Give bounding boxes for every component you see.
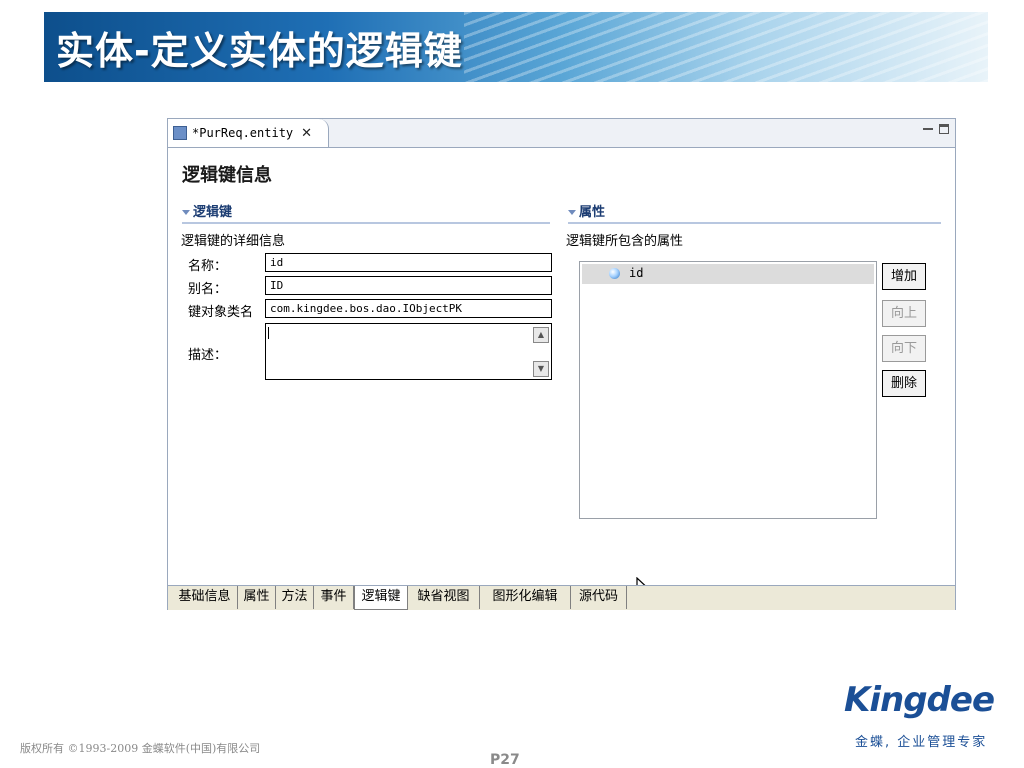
collapse-triangle-icon <box>182 210 190 215</box>
banner-wave-decoration <box>464 12 988 82</box>
editor-tab[interactable]: *PurReq.entity ✕ <box>168 119 329 147</box>
key-class-label: 键对象类名 <box>188 305 254 320</box>
entity-editor-window: *PurReq.entity ✕ 逻辑键信息 逻辑键 逻辑键的详细信息 名称： … <box>167 118 956 610</box>
tab-events[interactable]: 事件 <box>314 586 354 609</box>
delete-button[interactable]: 删除 <box>882 370 926 397</box>
attributes-list[interactable]: id <box>579 261 877 519</box>
attributes-divider <box>568 222 941 224</box>
copyright-notice: 版权所有 ©1993-2009 金蝶软件(中国)有限公司 <box>20 742 261 755</box>
tab-methods[interactable]: 方法 <box>276 586 314 609</box>
list-item[interactable]: id <box>582 264 874 284</box>
alias-field[interactable]: ID <box>265 276 552 295</box>
minimize-icon[interactable] <box>923 128 933 132</box>
tab-logical-key[interactable]: 逻辑键 <box>354 586 408 610</box>
move-up-button[interactable]: 向上 <box>882 300 926 327</box>
add-button[interactable]: 增加 <box>882 263 926 290</box>
list-item-label: id <box>629 266 644 280</box>
maximize-icon[interactable] <box>939 124 949 134</box>
slide-title: 实体-定义实体的逻辑键 <box>56 29 463 73</box>
move-down-button[interactable]: 向下 <box>882 335 926 362</box>
attributes-section-header[interactable]: 属性 <box>568 201 605 220</box>
close-icon[interactable]: ✕ <box>301 126 312 141</box>
page-number: P27 <box>490 752 520 768</box>
scroll-up-icon[interactable]: ▲ <box>533 327 549 343</box>
section-heading: 逻辑键信息 <box>182 165 272 186</box>
scroll-down-icon[interactable]: ▼ <box>533 361 549 377</box>
kingdee-logo: Kingdee <box>844 680 995 720</box>
key-class-field[interactable]: com.kingdee.bos.dao.IObjectPK <box>265 299 552 318</box>
attribute-icon <box>609 268 620 279</box>
editor-page-tabs: 基础信息 属性 方法 事件 逻辑键 缺省视图 图形化编辑 源代码 <box>168 585 955 610</box>
tab-source-code[interactable]: 源代码 <box>571 586 627 609</box>
attributes-description: 逻辑键所包含的属性 <box>566 234 684 249</box>
description-textarea[interactable]: ▲ ▼ <box>265 323 552 380</box>
editor-tab-label: *PurReq.entity <box>192 126 294 140</box>
logical-key-description: 逻辑键的详细信息 <box>181 234 286 249</box>
tab-default-view[interactable]: 缺省视图 <box>408 586 480 609</box>
alias-label: 别名： <box>188 282 228 297</box>
collapse-triangle-icon <box>568 210 576 215</box>
text-caret <box>268 327 269 339</box>
title-banner: 实体-定义实体的逻辑键 <box>44 12 988 82</box>
entity-file-icon <box>173 126 187 140</box>
name-label: 名称： <box>188 259 228 274</box>
logical-key-divider <box>182 222 550 224</box>
tab-basic-info[interactable]: 基础信息 <box>172 586 238 609</box>
description-label: 描述： <box>188 348 228 363</box>
editor-tab-bar: *PurReq.entity ✕ <box>168 119 955 148</box>
tab-attributes[interactable]: 属性 <box>238 586 276 609</box>
brand-slogan: 金蝶, 企业管理专家 <box>855 735 988 750</box>
logical-key-section-header[interactable]: 逻辑键 <box>182 201 232 220</box>
name-field[interactable]: id <box>265 253 552 272</box>
tab-graphical-edit[interactable]: 图形化编辑 <box>480 586 571 609</box>
